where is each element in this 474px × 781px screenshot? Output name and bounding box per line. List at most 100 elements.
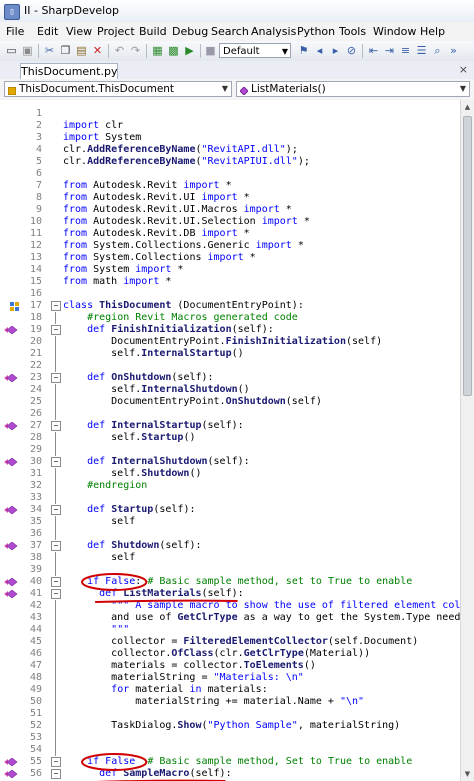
code-line[interactable]: 52 TaskDialog.Show("Python Sample", mate… bbox=[0, 720, 460, 732]
code-line[interactable]: 46 collector.OfClass(clr.GetClrType(Mate… bbox=[0, 648, 460, 660]
paste-icon[interactable]: ▤ bbox=[74, 43, 89, 58]
menu-search[interactable]: Search bbox=[211, 25, 249, 38]
menu-python[interactable]: Python bbox=[297, 25, 335, 38]
code-line[interactable]: 9 from Autodesk.Revit.UI.Macros import * bbox=[0, 204, 460, 216]
code-line[interactable]: 17− class ThisDocument (DocumentEntryPoin… bbox=[0, 300, 460, 312]
fold-toggle-icon[interactable]: − bbox=[51, 325, 61, 335]
code-line[interactable]: 50 materialString += material.Name + "\n… bbox=[0, 696, 460, 708]
menu-view[interactable]: View bbox=[66, 25, 92, 38]
fold-toggle-icon[interactable]: − bbox=[51, 301, 61, 311]
code-editor[interactable]: 1 2 import clr 3 import System 4 clr.AddRefere… bbox=[0, 100, 460, 781]
layout-dropdown[interactable]: Default layout ▼ bbox=[219, 43, 291, 72]
fold-toggle-icon[interactable]: − bbox=[51, 505, 61, 515]
vertical-scrollbar[interactable]: ▲ ▼ bbox=[460, 100, 474, 781]
fold-toggle-icon[interactable]: − bbox=[51, 577, 61, 587]
fold-toggle-icon[interactable]: − bbox=[51, 457, 61, 467]
menu-analysis[interactable]: Analysis bbox=[251, 25, 296, 38]
code-line[interactable]: 7 from Autodesk.Revit import * bbox=[0, 180, 460, 192]
code-line[interactable]: 1 bbox=[0, 108, 460, 120]
code-line[interactable]: 14 from System import * bbox=[0, 264, 460, 276]
code-line[interactable]: 35 self bbox=[0, 516, 460, 528]
code-line[interactable]: 56− def SampleMacro(self): bbox=[0, 768, 460, 780]
new-file-icon[interactable]: ▭ bbox=[4, 43, 19, 58]
comment-icon[interactable]: ≡ bbox=[398, 43, 413, 58]
method-marker-icon[interactable] bbox=[4, 589, 18, 599]
indent-icon[interactable]: ⇥ bbox=[382, 43, 397, 58]
menu-project[interactable]: Project bbox=[97, 25, 135, 38]
code-line[interactable]: 3 import System bbox=[0, 132, 460, 144]
tab-thisdocument[interactable]: ThisDocument.py bbox=[20, 63, 118, 80]
fold-toggle-icon[interactable]: − bbox=[51, 373, 61, 383]
method-marker-icon[interactable] bbox=[4, 757, 18, 767]
build-icon[interactable]: ▦ bbox=[150, 43, 165, 58]
method-marker-icon[interactable] bbox=[4, 769, 18, 779]
code-line[interactable]: 32 #endregion bbox=[0, 480, 460, 492]
method-marker-icon[interactable] bbox=[4, 541, 18, 551]
uncomment-icon[interactable]: ☰ bbox=[414, 43, 429, 58]
method-marker-icon[interactable] bbox=[4, 457, 18, 467]
code-line[interactable]: 39 bbox=[0, 564, 460, 576]
code-line[interactable]: 6 bbox=[0, 168, 460, 180]
scrollbar-thumb[interactable] bbox=[463, 116, 472, 396]
app-icon[interactable]: ▯ bbox=[4, 4, 20, 20]
menu-tools[interactable]: Tools bbox=[339, 25, 366, 38]
menu-build[interactable]: Build bbox=[139, 25, 167, 38]
next-bookmark-icon[interactable]: ▸ bbox=[328, 43, 343, 58]
menu-help[interactable]: Help bbox=[420, 25, 445, 38]
code-line[interactable]: 38 self bbox=[0, 552, 460, 564]
cut-icon[interactable]: ✂ bbox=[42, 43, 57, 58]
code-line[interactable]: 54 bbox=[0, 744, 460, 756]
code-line[interactable]: 20 DocumentEntryPoint.FinishInitializati… bbox=[0, 336, 460, 348]
fold-toggle-icon[interactable]: − bbox=[51, 769, 61, 779]
code-line[interactable]: 15 from math import * bbox=[0, 276, 460, 288]
redo-icon[interactable]: ↷ bbox=[128, 43, 143, 58]
code-line[interactable]: 45 collector = FilteredElementCollector(… bbox=[0, 636, 460, 648]
outdent-icon[interactable]: ⇤ bbox=[366, 43, 381, 58]
close-icon[interactable]: × bbox=[459, 63, 468, 76]
code-line[interactable]: 42 """ A sample macro to show the use of… bbox=[0, 600, 460, 612]
code-line[interactable]: 18 #region Revit Macros generated code bbox=[0, 312, 460, 324]
code-line[interactable]: 10 from Autodesk.Revit.UI.Selection impor… bbox=[0, 216, 460, 228]
code-line[interactable]: 16 bbox=[0, 288, 460, 300]
code-line[interactable]: 25 DocumentEntryPoint.OnShutdown(self) bbox=[0, 396, 460, 408]
code-line[interactable]: 11 from Autodesk.Revit.DB import * bbox=[0, 228, 460, 240]
delete-icon[interactable]: ✕ bbox=[90, 43, 105, 58]
code-line[interactable]: 47 materials = collector.ToElements() bbox=[0, 660, 460, 672]
copy-icon[interactable]: ❐ bbox=[58, 43, 73, 58]
menu-window[interactable]: Window bbox=[373, 25, 416, 38]
code-line[interactable]: 12 from System.Collections.Generic import… bbox=[0, 240, 460, 252]
undo-icon[interactable]: ↶ bbox=[112, 43, 127, 58]
run-icon[interactable]: ▶ bbox=[182, 43, 197, 58]
code-line[interactable]: 48 materialString = "Materials: \n" bbox=[0, 672, 460, 684]
code-line[interactable]: 37− def Shutdown(self): bbox=[0, 540, 460, 552]
fold-toggle-icon[interactable]: − bbox=[51, 757, 61, 767]
menu-edit[interactable]: Edit bbox=[37, 25, 58, 38]
code-line[interactable]: 27− def InternalStartup(self): bbox=[0, 420, 460, 432]
scroll-down-icon[interactable]: ▼ bbox=[461, 767, 474, 781]
code-line[interactable]: 55− if False # Basic sample method, Set … bbox=[0, 756, 460, 768]
code-line[interactable]: 26 bbox=[0, 408, 460, 420]
method-marker-icon[interactable] bbox=[4, 421, 18, 431]
method-marker-icon[interactable] bbox=[4, 325, 18, 335]
code-line[interactable]: 49 for material in materials: bbox=[0, 684, 460, 696]
fold-toggle-icon[interactable]: − bbox=[51, 541, 61, 551]
code-line[interactable]: 22 bbox=[0, 360, 460, 372]
find-icon[interactable]: ⌕ bbox=[430, 43, 445, 58]
code-line[interactable]: 4 clr.AddReferenceByName("RevitAPI.dll"); bbox=[0, 144, 460, 156]
code-line[interactable]: 41− def ListMaterials(self): bbox=[0, 588, 460, 600]
previous-bookmark-icon[interactable]: ◂ bbox=[312, 43, 327, 58]
bookmark-icon[interactable]: ⚑ bbox=[296, 43, 311, 58]
code-line[interactable]: 30− def InternalShutdown(self): bbox=[0, 456, 460, 468]
clear-bookmarks-icon[interactable]: ⊘ bbox=[344, 43, 359, 58]
class-marker-icon[interactable] bbox=[10, 302, 19, 311]
stop-icon[interactable]: ■ bbox=[203, 43, 218, 58]
menu-debug[interactable]: Debug bbox=[172, 25, 208, 38]
code-line[interactable]: 28 self.Startup() bbox=[0, 432, 460, 444]
code-line[interactable]: 2 import clr bbox=[0, 120, 460, 132]
code-line[interactable]: 5 clr.AddReferenceByName("RevitAPIUI.dll"… bbox=[0, 156, 460, 168]
code-line[interactable]: 19− def FinishInitialization(self): bbox=[0, 324, 460, 336]
code-line[interactable]: 34− def Startup(self): bbox=[0, 504, 460, 516]
code-line[interactable]: 40− if False: # Basic sample method, set… bbox=[0, 576, 460, 588]
build-all-icon[interactable]: ▩ bbox=[166, 43, 181, 58]
fold-toggle-icon[interactable]: − bbox=[51, 589, 61, 599]
